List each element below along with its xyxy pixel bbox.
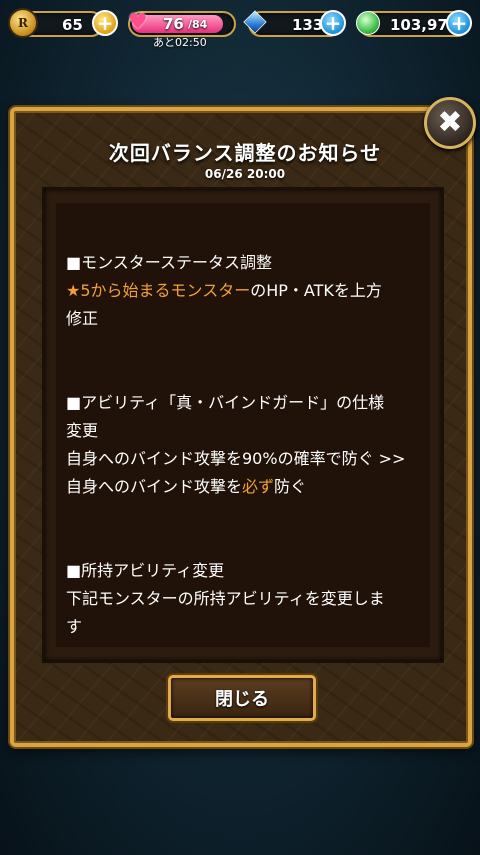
add-orbs-button[interactable]: + (446, 10, 472, 36)
section-line: 自身へのバインド攻撃を90%の確率で防ぐ >> (66, 449, 406, 468)
heart-icon: ♥ (128, 10, 148, 35)
stamina-timer: あと02:50 (153, 36, 207, 49)
highlight-text: 必ず (242, 477, 275, 496)
section-heading: ■所持アビリティ変更 (66, 561, 225, 580)
section-heading: ■モンスターステータス調整 (66, 253, 272, 272)
highlight-text: ★5から始まるモンスター (66, 281, 251, 300)
section-line: す (66, 617, 83, 636)
section-line: 変更 (66, 421, 99, 440)
add-gems-button[interactable]: + (320, 10, 346, 36)
rank-value: 65 (62, 16, 83, 34)
modal-title: 次回バランス調整のお知らせ (108, 141, 382, 165)
gems-value: 133 (292, 16, 324, 34)
section-text: 自身へのバインド攻撃を (66, 477, 243, 496)
section-text: のHP・ATKを上方 (250, 281, 382, 300)
close-icon[interactable]: ✖ (424, 97, 476, 149)
section-line: 自身へのバインド攻撃を必ず防ぐ (66, 473, 405, 501)
modal-date: 06/26 20:00 (204, 167, 286, 181)
section-line: 下記モンスターの所持アビリティを変更しま (66, 589, 385, 608)
section-line: ★5から始まるモンスターのHP・ATKを上方 (66, 277, 382, 305)
rank-badge-icon: R (8, 8, 38, 38)
notice-content: ■モンスターステータス調整 ★5から始まるモンスターのHP・ATKを上方 修正 … (56, 203, 430, 647)
notice-content-frame[interactable]: ■モンスターステータス調整 ★5から始まるモンスターのHP・ATKを上方 修正 … (42, 187, 444, 663)
balance-notice-modal: 次回バランス調整のお知らせ 06/26 20:00 ■モンスターステータス調整 … (10, 107, 472, 747)
stamina-max: /84 (188, 18, 208, 31)
close-button[interactable]: 閉じる (168, 675, 316, 721)
stamina-current: 76 (163, 15, 184, 33)
orb-icon (356, 11, 380, 35)
status-bar: 65 R + 76 /84 ♥ あと02:50 133 + 103,973 + (0, 0, 480, 50)
section-status-adjust: ■モンスターステータス調整 ★5から始まるモンスターのHP・ATKを上方 修正 (66, 249, 382, 333)
section-line: 修正 (66, 309, 99, 328)
section-heading: ■アビリティ「真・バインドガード」の仕様 (66, 393, 385, 412)
section-ability-change: ■所持アビリティ変更 下記モンスターの所持アビリティを変更しま す (66, 557, 385, 641)
add-rank-button[interactable]: + (92, 10, 118, 36)
section-text: 防ぐ (274, 477, 307, 496)
section-ability-spec: ■アビリティ「真・バインドガード」の仕様 変更 自身へのバインド攻撃を90%の確… (66, 389, 405, 501)
